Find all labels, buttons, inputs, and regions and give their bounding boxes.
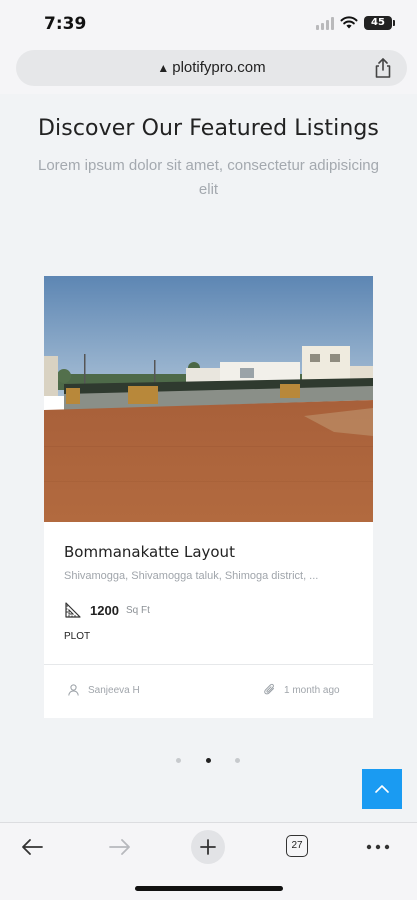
carousel-dot[interactable] xyxy=(176,758,181,763)
url-display[interactable]: ▲ plotifypro.com xyxy=(16,59,407,76)
share-icon[interactable] xyxy=(373,57,393,79)
section-title: Discover Our Featured Listings xyxy=(38,116,379,141)
card-divider xyxy=(44,664,373,665)
forward-button[interactable] xyxy=(102,833,138,861)
more-dots-icon xyxy=(366,844,390,850)
status-bar: 7:39 45 xyxy=(0,0,417,46)
battery-icon: 45 xyxy=(364,16,395,30)
listing-address: Shivamogga, Shivamogga taluk, Shimoga di… xyxy=(64,570,319,582)
ruler-triangle-icon xyxy=(65,602,81,618)
property-type: PLOT xyxy=(64,631,91,642)
paperclip-icon xyxy=(264,683,274,695)
back-button[interactable] xyxy=(14,833,50,861)
browser-address-area: ▲ plotifypro.com xyxy=(0,46,417,94)
listing-card[interactable]: Bommanakatte Layout Shivamogga, Shivamog… xyxy=(44,276,373,718)
cellular-signal-icon xyxy=(316,17,336,30)
carousel-dot[interactable] xyxy=(235,758,240,763)
home-indicator xyxy=(135,886,283,891)
url-text: plotifypro.com xyxy=(172,59,266,76)
arrow-right-icon xyxy=(109,839,130,855)
listing-title[interactable]: Bommanakatte Layout xyxy=(64,543,235,561)
scroll-to-top-button[interactable] xyxy=(362,769,402,809)
more-options-button[interactable] xyxy=(360,833,396,861)
carousel-dot-active[interactable] xyxy=(206,758,211,763)
area-unit: Sq Ft xyxy=(126,605,150,616)
wifi-icon xyxy=(340,16,358,29)
url-bar[interactable]: ▲ plotifypro.com xyxy=(16,50,407,86)
plot-photo xyxy=(44,276,373,522)
new-tab-button[interactable] xyxy=(191,830,225,864)
tabs-button[interactable]: 27 xyxy=(286,835,308,857)
user-icon xyxy=(68,684,79,696)
agent-name[interactable]: Sanjeeva H xyxy=(88,685,140,696)
arrow-left-icon xyxy=(22,839,43,855)
warning-triangle-icon: ▲ xyxy=(157,61,170,75)
listing-image[interactable] xyxy=(44,276,373,522)
status-time: 7:39 xyxy=(44,14,87,34)
area-value: 1200 xyxy=(90,603,119,618)
plus-icon xyxy=(200,839,216,855)
posted-time: 1 month ago xyxy=(284,685,340,696)
carousel-pagination xyxy=(174,758,244,764)
section-subtitle: Lorem ipsum dolor sit amet, consectetur … xyxy=(38,157,379,198)
chevron-up-icon xyxy=(375,785,389,793)
